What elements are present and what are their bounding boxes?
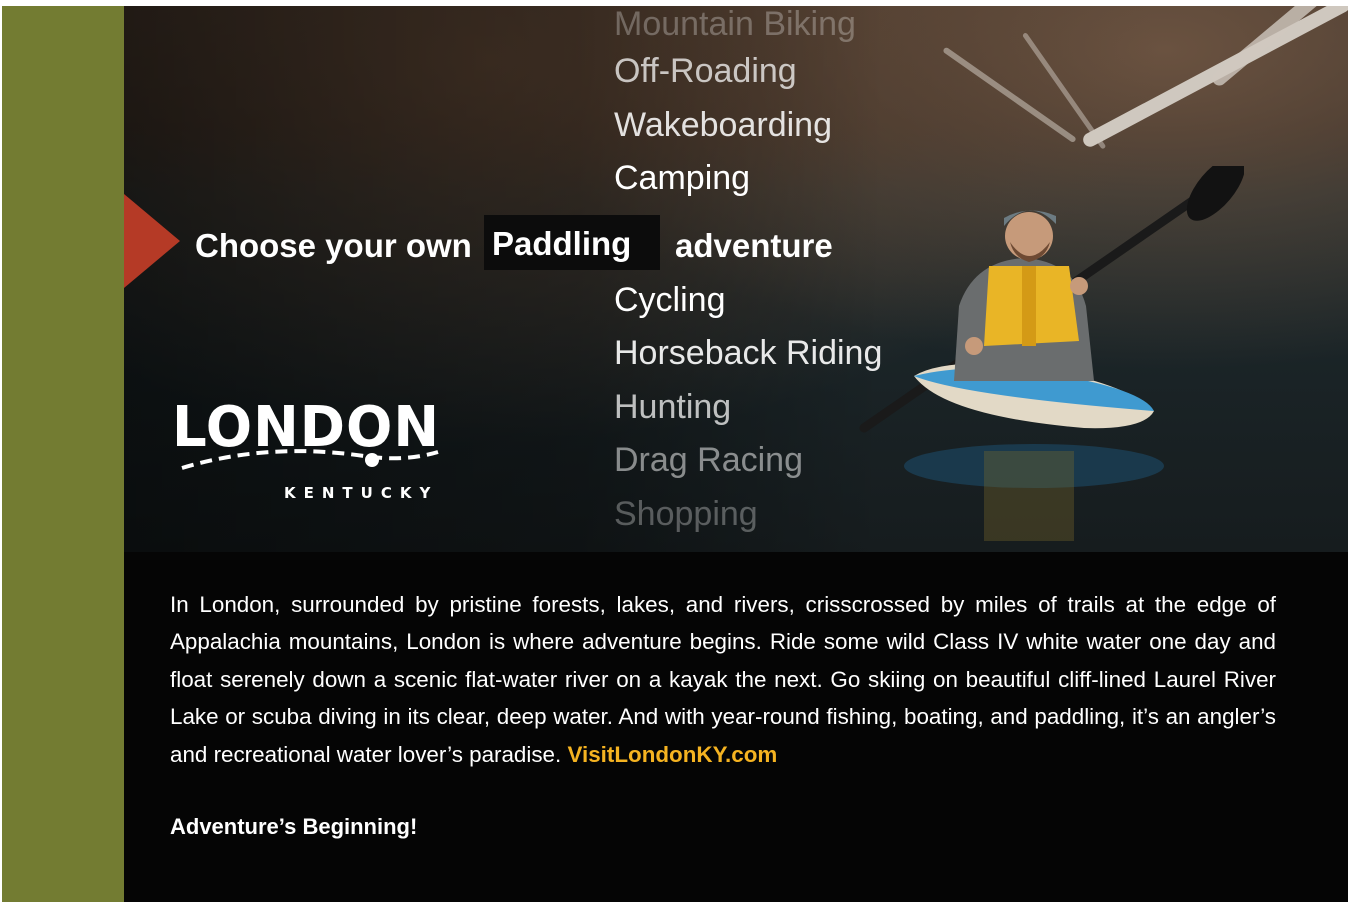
- activity-option[interactable]: Hunting: [614, 385, 731, 429]
- activity-reel: Mountain Biking Off-Roading Wakeboarding…: [614, 6, 974, 552]
- activity-option[interactable]: Drag Racing: [614, 438, 803, 482]
- ad-frame: Mountain Biking Off-Roading Wakeboarding…: [2, 6, 1348, 902]
- activity-option[interactable]: Cycling: [614, 278, 725, 322]
- activity-option[interactable]: Horseback Riding: [614, 331, 882, 375]
- pointer-arrow-icon: [124, 194, 180, 288]
- body-paragraph: In London, surrounded by pristine forest…: [170, 592, 1276, 767]
- activity-option[interactable]: Shopping: [614, 492, 758, 536]
- activity-option[interactable]: Mountain Biking: [614, 6, 856, 46]
- visit-website-link[interactable]: VisitLondonKY.com: [567, 742, 777, 767]
- body-copy: In London, surrounded by pristine forest…: [170, 586, 1276, 773]
- london-kentucky-logo: LONDON KENTUCKY: [172, 395, 439, 502]
- selected-activity[interactable]: Paddling: [492, 219, 631, 269]
- headline-prefix: Choose your own: [195, 227, 472, 264]
- tagline: Adventure’s Beginning!: [170, 814, 418, 839]
- map-pin-icon: [365, 453, 379, 467]
- logo-state: KENTUCKY: [284, 484, 438, 502]
- headline-suffix: adventure: [675, 227, 833, 264]
- green-sidebar-bar: [2, 6, 124, 902]
- activity-option[interactable]: Wakeboarding: [614, 103, 832, 147]
- activity-option[interactable]: Camping: [614, 156, 750, 200]
- activity-option[interactable]: Off-Roading: [614, 49, 797, 93]
